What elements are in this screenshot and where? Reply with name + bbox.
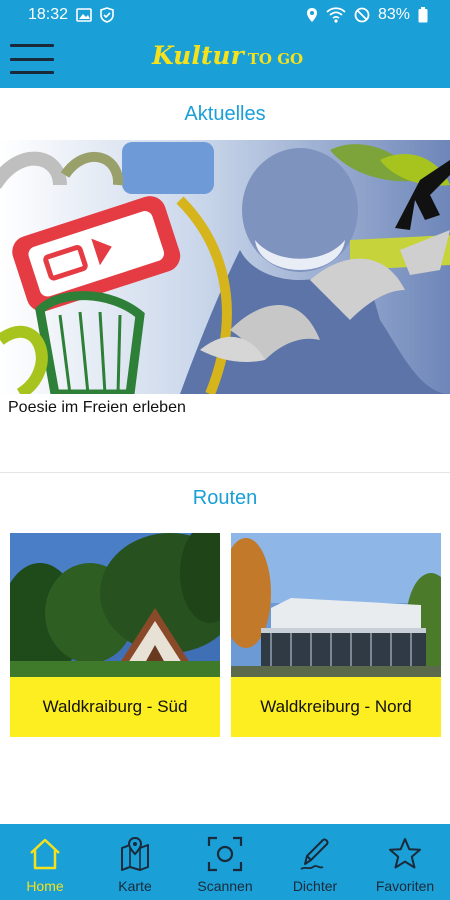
news-banner-image[interactable]: [0, 140, 450, 394]
status-bar: 18:32 83%: [0, 0, 450, 30]
app-logo: Kultur TO GO: [152, 41, 303, 70]
nav-favoriten-label: Favoriten: [375, 878, 435, 894]
section-divider: [0, 472, 450, 473]
status-bar-right: 83%: [306, 6, 428, 24]
status-time: 18:32: [28, 6, 69, 23]
scan-icon: [205, 834, 245, 874]
battery-percent: 83%: [377, 6, 410, 23]
status-bar-left: 18:32: [28, 6, 114, 24]
bottom-navigation: Home Karte Scannen Dichter Favoriten: [0, 824, 450, 900]
route-label-nord: Waldkreiburg - Nord: [231, 677, 441, 737]
routes-section-title: Routen: [192, 487, 258, 509]
battery-icon: [418, 7, 428, 23]
route-card-nord[interactable]: Waldkreiburg - Nord: [231, 533, 441, 737]
nav-dichter[interactable]: Dichter: [270, 824, 360, 900]
route-label-sued: Waldkraiburg - Süd: [10, 677, 220, 737]
nav-favoriten[interactable]: Favoriten: [360, 824, 450, 900]
map-icon: [115, 834, 155, 874]
home-icon: [25, 834, 65, 874]
nav-home-label: Home: [26, 878, 64, 894]
gallery-icon: [76, 8, 92, 22]
nav-karte[interactable]: Karte: [90, 824, 180, 900]
nav-dichter-label: Dichter: [292, 878, 338, 894]
dnd-icon: [354, 7, 370, 23]
route-photo-nord: [231, 533, 441, 677]
route-photo-sued: [10, 533, 220, 677]
wifi-icon: [326, 7, 346, 23]
route-card-sued[interactable]: Waldkraiburg - Süd: [10, 533, 220, 737]
nav-home[interactable]: Home: [0, 824, 90, 900]
nav-scannen[interactable]: Scannen: [180, 824, 270, 900]
news-caption[interactable]: Poesie im Freien erleben: [8, 399, 186, 417]
news-section-title: Aktuelles: [184, 103, 266, 125]
app-header: Kultur TO GO: [0, 30, 450, 88]
hamburger-menu-icon[interactable]: [10, 44, 54, 74]
nav-karte-label: Karte: [118, 878, 152, 894]
location-icon: [306, 7, 318, 23]
pen-icon: [295, 834, 335, 874]
vpn-shield-icon: [100, 7, 114, 23]
brand-sub: TO GO: [247, 50, 304, 68]
nav-scannen-label: Scannen: [197, 878, 253, 894]
brand-main: Kultur: [152, 41, 244, 70]
star-icon: [385, 834, 425, 874]
